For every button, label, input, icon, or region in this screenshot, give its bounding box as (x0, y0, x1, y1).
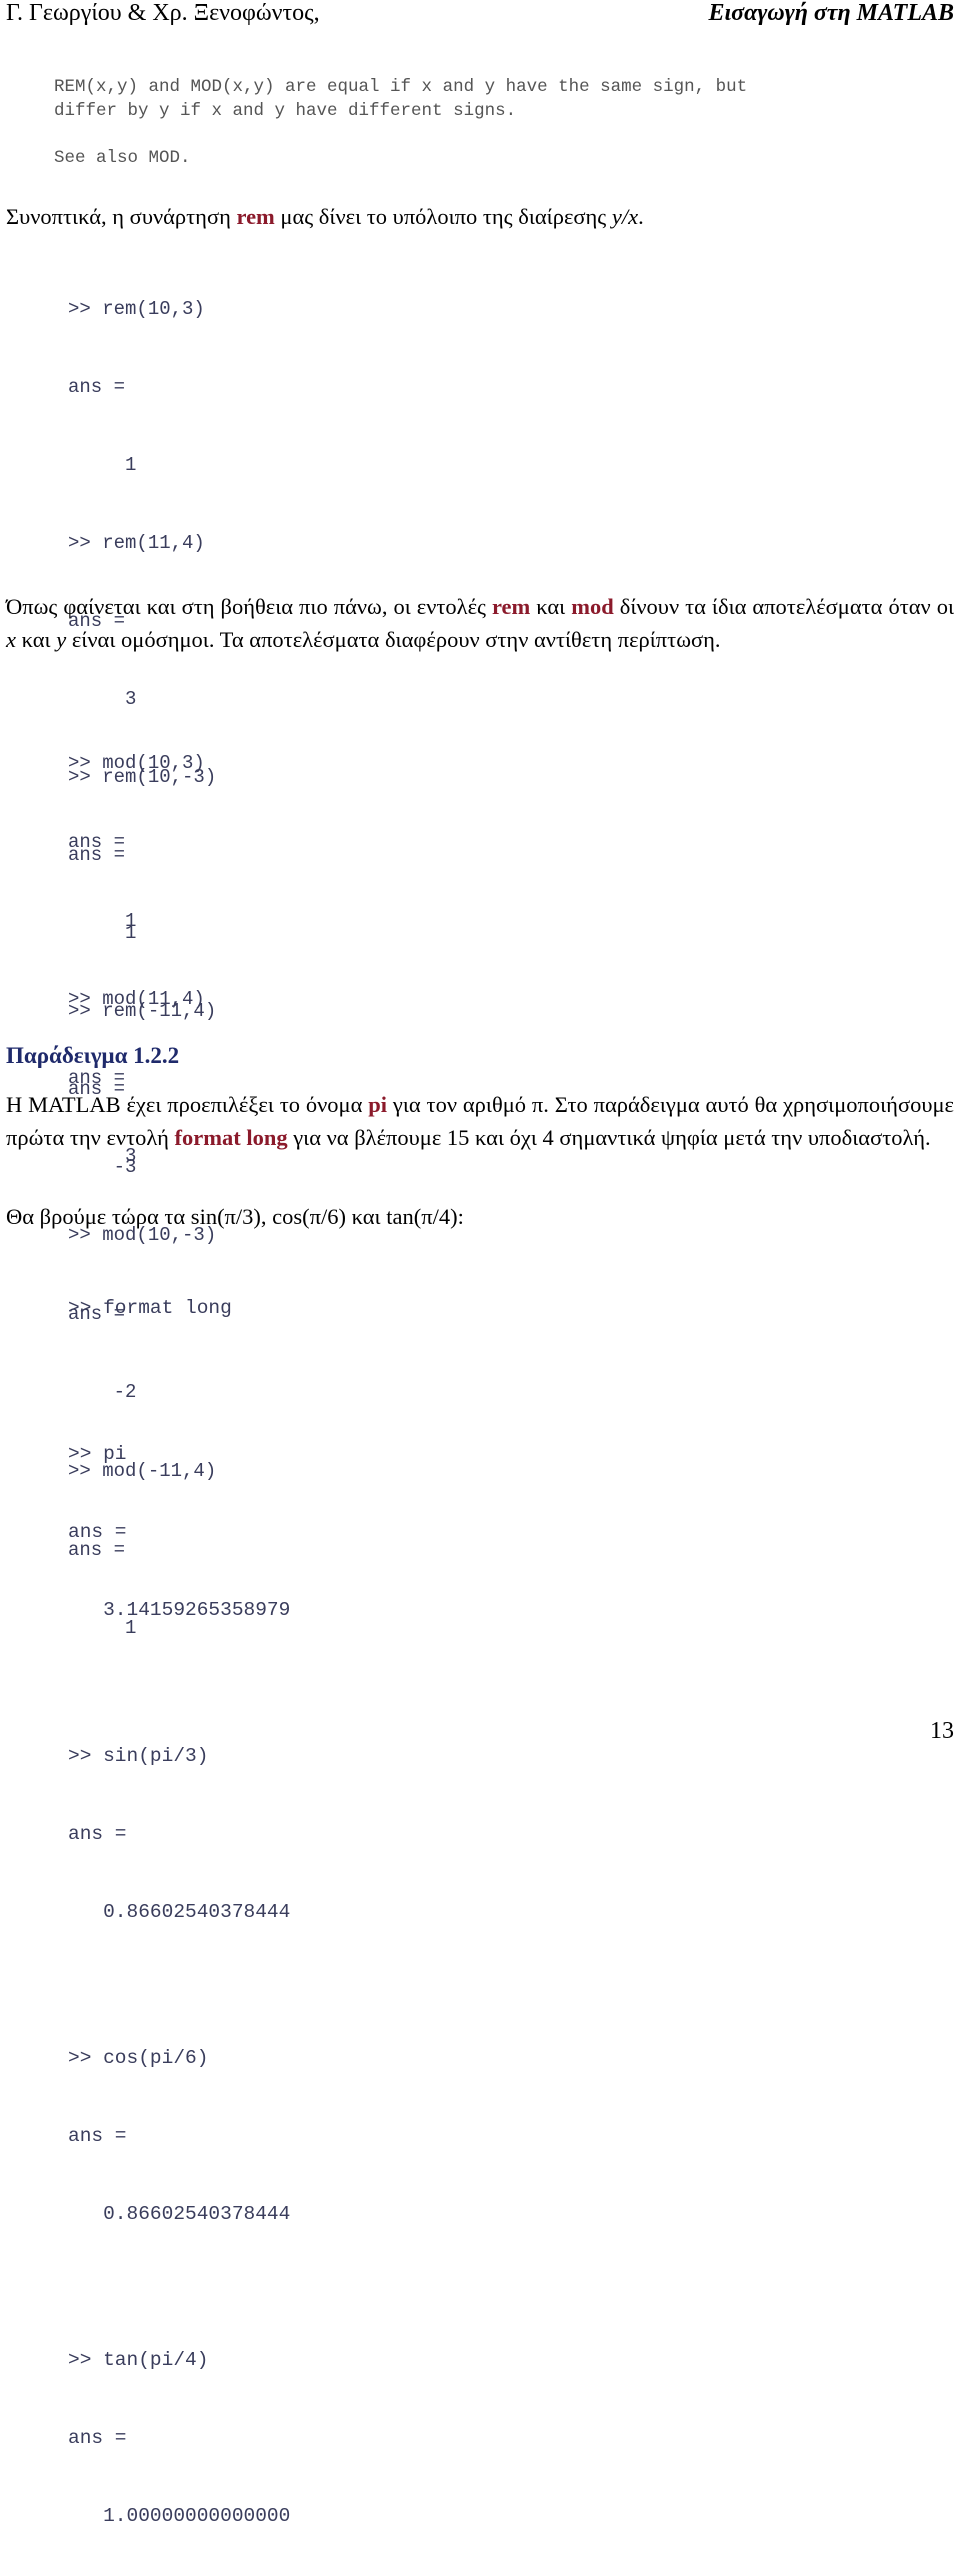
trig-session: >> format long >> pi ans = 3.14159265358… (68, 1243, 290, 2555)
text: Όπως φαίνεται και στη βοήθεια πιο πάνω, … (6, 594, 492, 619)
page-number: 13 (930, 1718, 954, 1744)
keyword-rem: rem (236, 204, 275, 229)
code-line: 3.14159265358979 (68, 1599, 291, 1621)
code-line: ans = (68, 831, 126, 854)
code-line: >> rem(10,3) (68, 298, 205, 320)
example-heading: Παράδειγμα 1.2.2 (6, 1043, 180, 1068)
paragraph-trig-intro: Θα βρούμε τώρα τα sin(π/3), cos(π/6) και… (6, 1204, 464, 1229)
text: είναι ομόσημοι. Τα αποτελέσματα διαφέρου… (66, 627, 721, 652)
help-text-block: REM(x,y) and MOD(x,y) are equal if x and… (54, 76, 747, 170)
help-line: REM(x,y) and MOD(x,y) are equal if x and… (54, 77, 748, 97)
code-line: 0.86602540378444 (68, 2203, 291, 2225)
code-line: ans = (68, 1521, 127, 1543)
var-y: y (56, 627, 67, 652)
help-line: See also MOD. (54, 147, 191, 168)
code-line: 1.00000000000000 (68, 2505, 291, 2527)
code-line: ans = (68, 2125, 127, 2147)
text: μας δίνει το υπόλοιπο της διαίρεσης (274, 204, 612, 229)
var-x: x (6, 627, 16, 652)
code-line: >> format long (68, 1297, 232, 1319)
code-line: >> rem(11,4) (68, 532, 205, 554)
text: . (638, 204, 644, 229)
text: για να βλέπουμε 15 και όχι 4 σημαντικά ψ… (287, 1125, 931, 1150)
code-line: >> cos(pi/6) (68, 2047, 209, 2069)
page-header: Γ. Γεωργίου & Χρ. Ξενοφώντος, Εισαγωγή σ… (6, 0, 954, 40)
code-line: >> tan(pi/4) (68, 2349, 209, 2371)
code-line: 1 (68, 454, 137, 476)
keyword-mod: mod (571, 594, 614, 619)
code-line: >> pi (68, 1443, 127, 1465)
expression-yx: y/x (611, 204, 639, 229)
code-line: >> mod(11,4) (68, 988, 205, 1011)
paragraph-pi-intro: Η MATLAB έχει προεπιλέξει το όνομα pi γι… (6, 1088, 954, 1154)
paragraph-rem-summary: Συνοπτικά, η συνάρτηση rem μας δίνει το … (6, 200, 954, 233)
code-line: >> mod(10,3) (68, 752, 205, 775)
text: και (16, 627, 57, 652)
code-line: ans = (68, 2427, 127, 2449)
keyword-pi: pi (368, 1092, 388, 1117)
paragraph-rem-mod-comparison: Όπως φαίνεται και στη βοήθεια πιο πάνω, … (6, 590, 954, 656)
keyword-format-long: format long (174, 1125, 288, 1150)
text: δίνουν τα ίδια αποτελέσματα όταν οι (613, 594, 955, 619)
help-line: ​ (54, 123, 747, 147)
header-book-title: Εισαγωγή στη MATLAB (708, 0, 954, 26)
text: Η MATLAB έχει προεπιλέξει το όνομα (6, 1092, 369, 1117)
code-line: ans = (68, 1823, 127, 1845)
text: Συνοπτικά, η συνάρτηση (6, 204, 237, 229)
keyword-rem: rem (491, 594, 531, 619)
header-authors: Γ. Γεωργίου & Χρ. Ξενοφώντος, (6, 0, 320, 26)
text: και (530, 594, 572, 619)
code-line: ans = (68, 376, 126, 398)
code-line: >> sin(pi/3) (68, 1745, 209, 1767)
code-line: 0.86602540378444 (68, 1901, 291, 1923)
help-line: differ by y if x and y have different si… (54, 100, 517, 121)
code-line: 1 (68, 909, 137, 932)
